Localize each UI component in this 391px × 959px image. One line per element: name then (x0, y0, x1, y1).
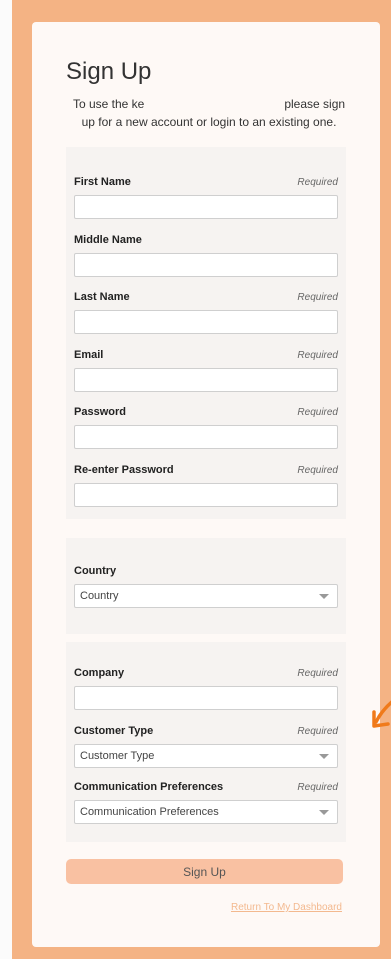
company-input[interactable] (74, 686, 338, 710)
required-tag: Required (297, 291, 338, 303)
chevron-down-icon (319, 593, 329, 599)
reenter-password-label: Re-enter Password (74, 464, 174, 476)
communication-preferences-field: Communication Preferences Required Commu… (74, 780, 338, 824)
sign-up-button[interactable]: Sign Up (66, 859, 343, 884)
intro-text: To use the ke please sign up for a new ac… (66, 95, 352, 131)
country-field: Country Country (74, 564, 338, 608)
middle-name-input[interactable] (74, 253, 338, 277)
account-section: First Name Required Middle Name Last Nam… (66, 147, 346, 519)
middle-name-field: Middle Name (74, 233, 338, 277)
country-select[interactable]: Country (74, 584, 338, 608)
last-name-input[interactable] (74, 310, 338, 334)
reenter-password-input[interactable] (74, 483, 338, 507)
required-tag: Required (297, 725, 338, 737)
annotation-arrow-icon (372, 700, 391, 728)
communication-preferences-select[interactable]: Communication Preferences (74, 800, 338, 824)
first-name-input[interactable] (74, 195, 338, 219)
company-section: Company Required Customer Type Required … (66, 642, 346, 842)
country-section: Country Country (66, 538, 346, 634)
chevron-down-icon (319, 753, 329, 759)
middle-name-label: Middle Name (74, 234, 142, 246)
required-tag: Required (297, 176, 338, 188)
required-tag: Required (297, 349, 338, 361)
communication-preferences-label: Communication Preferences (74, 781, 224, 793)
password-input[interactable] (74, 425, 338, 449)
required-tag: Required (297, 406, 338, 418)
first-name-label: First Name (74, 176, 131, 188)
email-field: Email Required (74, 348, 338, 392)
return-to-dashboard-link[interactable]: Return To My Dashboard (231, 902, 342, 913)
required-tag: Required (297, 464, 338, 476)
customer-type-label: Customer Type (74, 725, 154, 737)
customer-type-select-value: Customer Type (80, 750, 155, 762)
intro-text-start: To use the ke (72, 97, 145, 111)
communication-preferences-select-value: Communication Preferences (80, 806, 219, 818)
email-input[interactable] (74, 368, 338, 392)
email-label: Email (74, 349, 104, 361)
country-label: Country (74, 565, 117, 577)
chevron-down-icon (319, 809, 329, 815)
page-title: Sign Up (66, 58, 152, 85)
required-tag: Required (297, 781, 338, 793)
last-name-field: Last Name Required (74, 290, 338, 334)
first-name-field: First Name Required (74, 175, 338, 219)
customer-type-select[interactable]: Customer Type (74, 744, 338, 768)
last-name-label: Last Name (74, 291, 130, 303)
redacted-text (144, 98, 285, 111)
password-label: Password (74, 406, 126, 418)
required-tag: Required (297, 667, 338, 679)
company-label: Company (74, 667, 125, 679)
customer-type-field: Customer Type Required Customer Type (74, 724, 338, 768)
country-select-value: Country (80, 590, 119, 602)
password-field: Password Required (74, 405, 338, 449)
page-frame: Sign Up To use the ke please sign up for … (12, 0, 391, 959)
company-field: Company Required (74, 666, 338, 710)
reenter-password-field: Re-enter Password Required (74, 463, 338, 507)
signup-card: Sign Up To use the ke please sign up for … (32, 22, 391, 947)
